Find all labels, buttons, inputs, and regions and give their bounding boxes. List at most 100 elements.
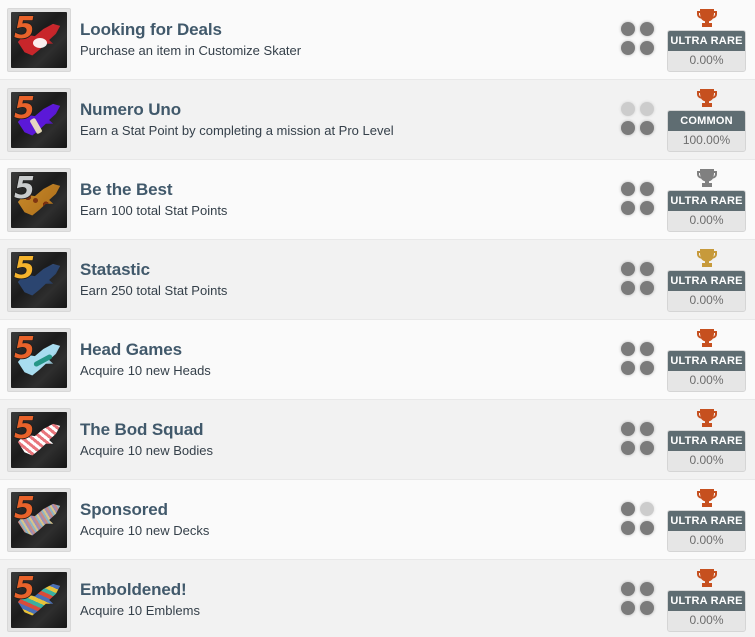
trophy-icon: [696, 328, 717, 347]
rarity-percent: 0.00%: [668, 50, 745, 71]
progress-dot: [620, 22, 635, 36]
trophy-list: 5 Looking for Deals Purchase an item in Cu…: [0, 0, 755, 637]
progress-dot: [639, 342, 654, 356]
wing-mark-speech: [33, 37, 47, 48]
trophy-thumb-numero-uno: 5: [8, 88, 70, 151]
trophy-description: Acquire 10 new Decks: [80, 523, 210, 538]
trophy-icon-cell: 5: [0, 8, 78, 71]
rarity-box: ULTRA RARE 0.00%: [667, 429, 746, 472]
trophy-row[interactable]: 5 Numero Uno Earn a Stat Point by completi…: [0, 80, 755, 160]
rarity-percent: 0.00%: [668, 450, 745, 471]
trophy-thumb-sponsored: 5: [8, 488, 70, 551]
trophy-title: Head Games: [80, 340, 182, 359]
progress-dot: [620, 262, 635, 276]
trophy-title: The Bod Squad: [80, 420, 204, 439]
trophy-progress-dots: [620, 22, 656, 57]
trophy-progress-dots: [620, 422, 656, 457]
rarity-label: ULTRA RARE: [668, 350, 745, 371]
five-logo-glyph: 5: [13, 331, 35, 366]
trophy-icon-cell: 5: [0, 168, 78, 231]
trophy-progress-dots-cell: [609, 262, 667, 297]
progress-dot: [639, 601, 654, 615]
trophy-progress-dots-cell: [609, 582, 667, 617]
progress-dot: [620, 102, 635, 116]
rarity-label: ULTRA RARE: [668, 190, 745, 211]
rarity-percent: 0.00%: [668, 290, 745, 311]
trophy-progress-dots-cell: [609, 422, 667, 457]
trophy-thumb-head-games: 5: [8, 328, 70, 391]
rarity-label: ULTRA RARE: [668, 430, 745, 451]
trophy-text-cell: Numero Uno Earn a Stat Point by completin…: [78, 99, 609, 140]
trophy-text-cell: Head Games Acquire 10 new Heads: [78, 339, 609, 380]
trophy-progress-dots-cell: [609, 22, 667, 57]
trophy-thumb-the-bod-squad: 5: [8, 408, 70, 471]
trophy-row[interactable]: 5 Looking for Deals Purchase an item in Cu…: [0, 0, 755, 80]
rarity-label: ULTRA RARE: [668, 270, 745, 291]
trophy-row[interactable]: 5 Statastic Earn 250 total Stat Points ULTR…: [0, 240, 755, 320]
trophy-icon: [696, 568, 717, 587]
trophy-text-cell: Sponsored Acquire 10 new Decks: [78, 499, 609, 540]
progress-dot: [639, 582, 654, 596]
progress-dot: [639, 102, 654, 116]
trophy-rarity-cell: ULTRA RARE 0.00%: [667, 8, 755, 72]
rarity-percent: 0.00%: [668, 370, 745, 391]
rarity-box: COMMON 100.00%: [667, 109, 746, 152]
progress-dot: [620, 121, 635, 135]
trophy-icon-cell: 5: [0, 328, 78, 391]
trophy-title: Statastic: [80, 260, 150, 279]
rarity-percent: 0.00%: [668, 530, 745, 551]
progress-dot: [639, 361, 654, 375]
trophy-progress-dots: [620, 102, 656, 137]
rarity-box: ULTRA RARE 0.00%: [667, 29, 746, 72]
trophy-text-cell: The Bod Squad Acquire 10 new Bodies: [78, 419, 609, 460]
trophy-row[interactable]: 5 Sponsored Acquire 10 new Decks ULTRA RARE…: [0, 480, 755, 560]
trophy-row[interactable]: 5 The Bod Squad Acquire 10 new Bodies ULTRA…: [0, 400, 755, 480]
progress-dot: [639, 502, 654, 516]
progress-dot: [639, 121, 654, 135]
trophy-progress-dots-cell: [609, 182, 667, 217]
trophy-thumb-be-the-best: 5: [8, 168, 70, 231]
progress-dot: [639, 281, 654, 295]
trophy-title: Be the Best: [80, 180, 173, 199]
icon-artwork: 5: [11, 411, 67, 468]
trophy-row[interactable]: 5 Be the Best Earn 100 total Stat Points UL…: [0, 160, 755, 240]
five-logo-glyph: 5: [13, 411, 35, 446]
five-logo-glyph: 5: [13, 171, 35, 206]
trophy-row[interactable]: 5 Emboldened! Acquire 10 Emblems ULTRA RARE…: [0, 560, 755, 637]
rarity-percent: 0.00%: [668, 610, 745, 631]
trophy-rarity-cell: ULTRA RARE 0.00%: [667, 328, 755, 392]
progress-dot: [639, 262, 654, 276]
trophy-icon-cell: 5: [0, 408, 78, 471]
progress-dot: [620, 582, 635, 596]
trophy-description: Earn 100 total Stat Points: [80, 203, 228, 218]
trophy-icon: [696, 408, 717, 427]
progress-dot: [620, 521, 635, 535]
trophy-description: Purchase an item in Customize Skater: [80, 43, 302, 58]
trophy-progress-dots: [620, 182, 656, 217]
icon-artwork: 5: [11, 571, 67, 628]
rarity-label: COMMON: [668, 110, 745, 131]
progress-dot: [639, 22, 654, 36]
five-logo-glyph: 5: [13, 91, 35, 126]
trophy-thumb-emboldened: 5: [8, 568, 70, 631]
trophy-icon-cell: 5: [0, 88, 78, 151]
trophy-thumb-looking-for-deals: 5: [8, 8, 70, 71]
trophy-text-cell: Be the Best Earn 100 total Stat Points: [78, 179, 609, 220]
progress-dot: [620, 281, 635, 295]
progress-dot: [639, 441, 654, 455]
progress-dot: [639, 201, 654, 215]
icon-artwork: 5: [11, 251, 67, 308]
trophy-icon-cell: 5: [0, 248, 78, 311]
icon-artwork: 5: [11, 331, 67, 388]
rarity-label: ULTRA RARE: [668, 510, 745, 531]
trophy-rarity-cell: COMMON 100.00%: [667, 88, 755, 152]
icon-artwork: 5: [11, 171, 67, 228]
progress-dot: [620, 361, 635, 375]
progress-dot: [639, 422, 654, 436]
trophy-description: Earn a Stat Point by completing a missio…: [80, 123, 394, 138]
progress-dot: [620, 342, 635, 356]
trophy-icon-cell: 5: [0, 568, 78, 631]
progress-dot: [620, 422, 635, 436]
trophy-row[interactable]: 5 Head Games Acquire 10 new Heads ULTRA RAR…: [0, 320, 755, 400]
trophy-title: Numero Uno: [80, 100, 182, 119]
